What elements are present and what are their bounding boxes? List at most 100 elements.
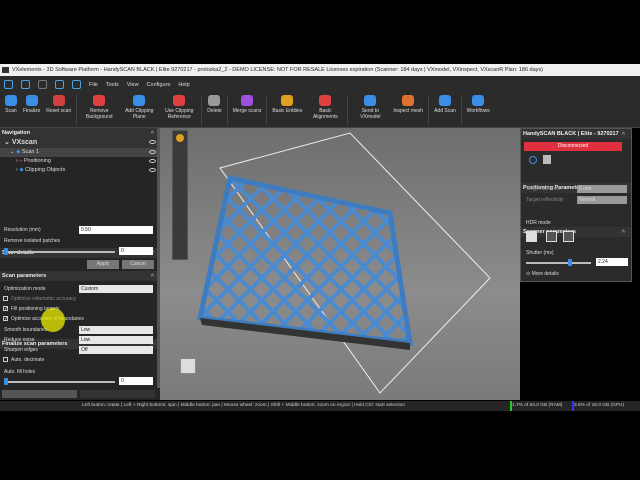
ribbon-button[interactable]: Inspect mesh (390, 93, 426, 116)
fill-holes-input[interactable]: 0 (119, 377, 153, 385)
selection-toolbar (172, 130, 188, 260)
scan-parameters-header[interactable]: Scan parameters ˄ (0, 271, 160, 281)
tree-item-scan[interactable]: ⌄ ◆ Scan 1 (0, 148, 160, 157)
target-diameter-label: Target diameter (526, 186, 561, 192)
axis-cube[interactable] (180, 358, 196, 374)
slider-thumb[interactable] (4, 378, 8, 385)
ribbon-button[interactable]: Add Scan (431, 93, 459, 116)
ribbon-label: Remove Background (85, 108, 113, 120)
more-details-link[interactable]: ⊙ More details (526, 271, 559, 277)
eye-icon[interactable] (149, 150, 156, 154)
hdr-mode-1-button[interactable] (526, 231, 537, 242)
ribbon-icon (208, 95, 221, 106)
menu-help[interactable]: Help (178, 82, 189, 88)
ribbon-icon (133, 95, 146, 106)
smooth-select[interactable]: Low (79, 326, 153, 334)
ribbon-label: Basic Entities (272, 108, 303, 114)
eye-icon[interactable] (149, 168, 156, 172)
divider (460, 95, 462, 125)
ribbon-label: Add Scan (434, 108, 456, 114)
slider-thumb[interactable] (4, 248, 8, 255)
cursor-highlight (41, 308, 65, 332)
ribbon-button[interactable]: Basic Entities (269, 93, 305, 116)
import-icon[interactable] (55, 80, 64, 89)
patches-label: Remove isolated patches (4, 238, 61, 244)
target-reflectivity-label: Target reflectivity (526, 197, 564, 203)
menu-bar: File Tools View Configure Help (0, 76, 640, 93)
ribbon-icon (52, 95, 65, 106)
shutter-input[interactable]: 2.24 (596, 258, 628, 266)
tree-item-clipping[interactable]: › ◆ Clipping Objects (0, 166, 160, 175)
ribbon-icon (173, 95, 186, 106)
ribbon-label: Send to VXmodel (360, 108, 381, 120)
target-diameter-select: 6 mm (577, 185, 627, 193)
list-tab[interactable] (80, 390, 155, 398)
slider-thumb[interactable] (568, 259, 572, 266)
ribbon-icon (364, 95, 377, 106)
connection-status: Disconnected (524, 142, 622, 151)
positioning-icon[interactable] (529, 156, 537, 164)
cancel-button[interactable]: Cancel (122, 260, 154, 269)
hdr-mode-2-button[interactable] (546, 231, 557, 242)
ribbon-button[interactable]: Scan (2, 93, 20, 116)
mouse-hints: Left button: rotate | Left + Right butto… (82, 403, 406, 408)
divider (226, 95, 228, 125)
ribbon-button[interactable]: Use Clipping Reference (159, 93, 199, 122)
ribbon-icon (25, 95, 38, 106)
menu-configure[interactable]: Configure (147, 82, 171, 88)
ribbon-icon (319, 95, 332, 106)
menu-file[interactable]: File (89, 82, 98, 88)
tree-item-positioning[interactable]: › ⌖ Positioning (0, 157, 160, 166)
ribbon-icon (402, 95, 415, 106)
patches-slider[interactable] (5, 251, 115, 253)
ribbon-label: Delete (207, 108, 222, 114)
ribbon-button[interactable]: Delete (204, 93, 224, 116)
ribbon-button[interactable]: Add Clipping Plane (119, 93, 159, 122)
scanner-panel: HandySCAN BLACK | Elite - 9270217 ˄ Disco… (520, 128, 632, 282)
scanner-icon[interactable] (543, 155, 551, 164)
patches-input[interactable]: 0 (119, 247, 153, 255)
ribbon-label: Inspect mesh (393, 108, 424, 114)
finalize-tab[interactable] (2, 390, 77, 398)
apply-button[interactable]: Apply (87, 260, 119, 269)
ribbon-button[interactable]: Finalize (20, 93, 43, 116)
export-icon[interactable] (72, 80, 81, 89)
ribbon-label: Merge scans (232, 108, 262, 114)
ribbon-icon (472, 95, 485, 106)
hdr-mode-3-button[interactable] (563, 231, 574, 242)
ribbon-icon (438, 95, 451, 106)
menu-view[interactable]: View (127, 82, 139, 88)
selection-tool-icon[interactable] (176, 134, 184, 142)
new-file-icon[interactable] (21, 80, 30, 89)
home-icon[interactable] (4, 80, 13, 89)
ribbon-icon (5, 95, 17, 106)
ribbon-button[interactable]: Basic Alignments (305, 93, 345, 122)
sharpen-select[interactable]: Off (79, 346, 153, 354)
window-title: VXelements - 3D Software Platform - Hand… (12, 67, 543, 73)
3d-viewport[interactable] (160, 128, 520, 400)
ribbon-button[interactable]: Remove Background (79, 93, 119, 122)
resolution-input[interactable]: 0.50 (79, 226, 153, 234)
navigation-header[interactable]: Navigation ˄ (0, 128, 160, 138)
eye-icon[interactable] (149, 159, 156, 163)
shutter-slider[interactable] (526, 262, 591, 264)
mode-select[interactable]: Custom (79, 285, 153, 293)
noise-select[interactable]: Low (79, 336, 153, 344)
tree-root[interactable]: ⌄ VXscan (0, 138, 160, 148)
ribbon-button[interactable]: Merge scans (230, 93, 265, 116)
ribbon-toolbar: Scan Finalize Reset scan Remove Background A… (0, 93, 640, 128)
eye-icon[interactable] (149, 140, 156, 144)
scanner-header[interactable]: HandySCAN BLACK | Elite - 9270217 ˄ (521, 129, 631, 139)
auto-decimate-checkbox[interactable]: Auto. decimate (3, 357, 44, 363)
ribbon-button[interactable]: Workflows (464, 93, 493, 116)
ribbon-button[interactable]: Reset scan (43, 93, 74, 116)
opt-volumetric-checkbox[interactable]: Optimize volumetric accuracy (3, 296, 76, 302)
scanner-params-header[interactable]: Scanner parameters˄ (521, 227, 631, 237)
save-icon[interactable] (38, 80, 47, 89)
ribbon-icon (93, 95, 106, 106)
fill-holes-slider[interactable] (5, 381, 115, 383)
menu-tools[interactable]: Tools (106, 82, 119, 88)
noise-label: Reduce noise (4, 337, 35, 343)
ribbon-label: Basic Alignments (312, 108, 338, 120)
ribbon-button[interactable]: Send to VXmodel (350, 93, 390, 122)
